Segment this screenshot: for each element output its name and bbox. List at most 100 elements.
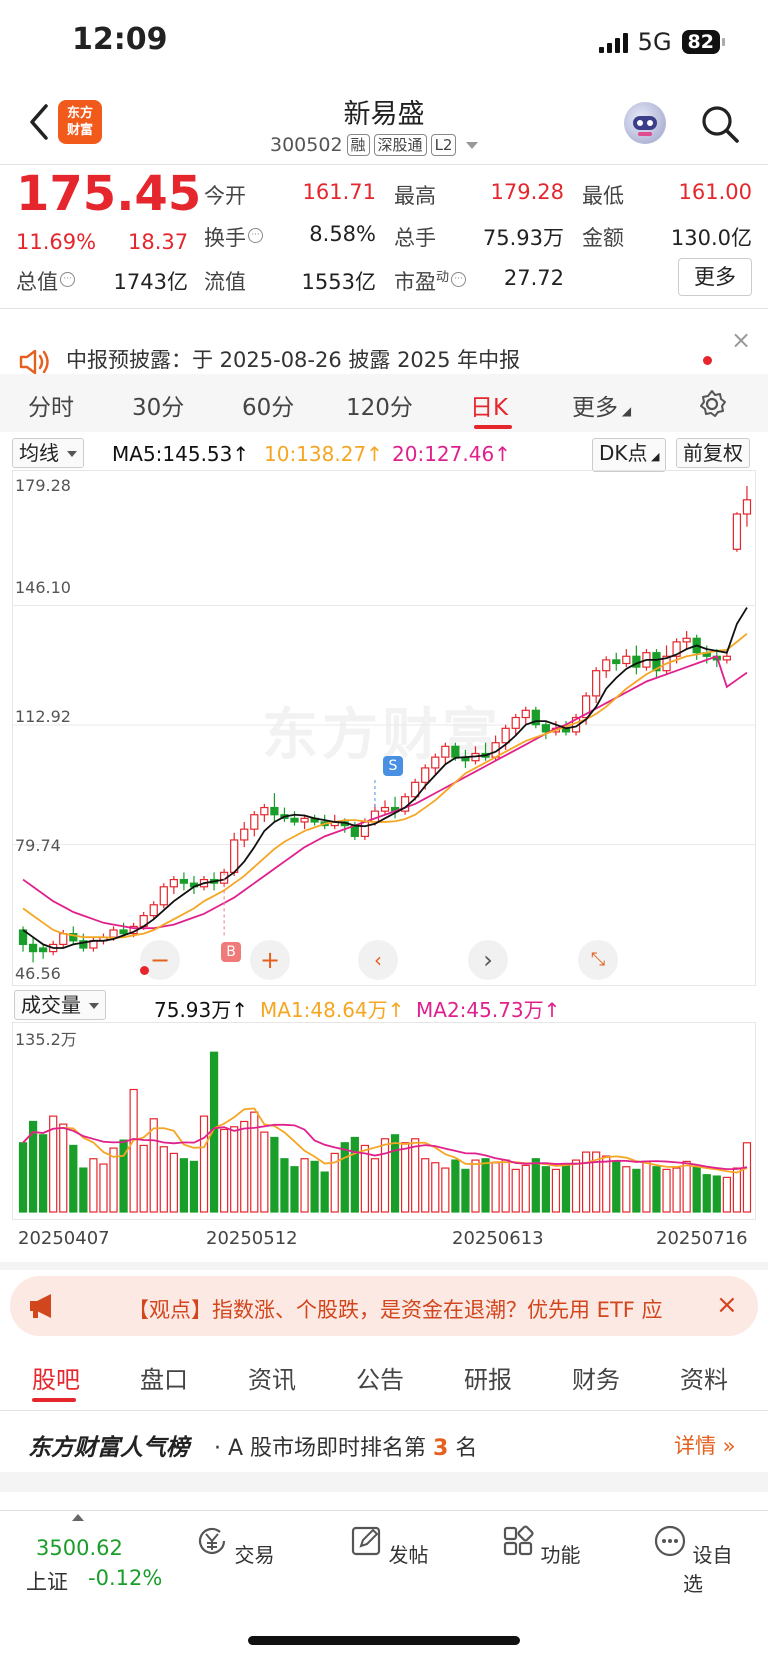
zoom-in-button[interactable]: + [250, 940, 290, 980]
tab-research[interactable]: 研报 [464, 1360, 512, 1395]
expand-icon[interactable]: ⤡ [578, 940, 618, 980]
candle [230, 839, 239, 873]
sell-signal-marker[interactable]: S [383, 756, 403, 776]
close-icon[interactable]: × [716, 1290, 738, 1320]
tab-30min[interactable]: 30分 [132, 388, 184, 422]
volume-bar [230, 1126, 239, 1213]
quote-label-high: 最高 [394, 184, 436, 208]
tab-daily-k[interactable]: 日K [470, 388, 508, 422]
volume-bar [400, 1142, 410, 1213]
volume-bar [411, 1138, 420, 1213]
popularity-detail-link[interactable]: 详情 » [674, 1430, 736, 1460]
volume-bar [662, 1168, 671, 1213]
index-value[interactable]: 3500.62 [36, 1536, 123, 1560]
last-price: 175.45 [16, 166, 202, 222]
volume-bar [742, 1142, 752, 1213]
prev-signal-button[interactable]: ‹ [358, 940, 398, 980]
chevron-down-icon [466, 141, 479, 149]
volume-bar [270, 1136, 279, 1213]
yen-cycle-icon [199, 1527, 226, 1554]
volume-bar [340, 1142, 349, 1213]
status-time: 12:09 [72, 22, 168, 57]
tab-60min[interactable]: 60分 [242, 388, 294, 422]
volume-bar [561, 1164, 571, 1213]
assistant-robot-icon[interactable] [624, 102, 666, 144]
volume-bar [179, 1158, 189, 1213]
tab-announcements[interactable]: 公告 [356, 1360, 404, 1395]
tab-underline [474, 425, 512, 429]
volume-bar [672, 1167, 681, 1213]
volume-bar [370, 1158, 380, 1213]
y-tick: 146.10 [15, 578, 71, 597]
quote-value-float-cap: 1553亿 [301, 270, 376, 294]
volume-bar [471, 1159, 480, 1213]
tab-forum[interactable]: 股吧 [32, 1360, 80, 1395]
info-icon[interactable]: ··· [248, 228, 263, 243]
volume-bar [712, 1175, 721, 1213]
settings-gear-icon[interactable] [696, 388, 728, 420]
indicator-select[interactable]: 均线 [12, 438, 84, 468]
volume-chart[interactable] [12, 1022, 756, 1220]
popularity-text: · A 股市场即时排名第 3 名 [214, 1436, 478, 1461]
section-gap [0, 1262, 768, 1270]
info-icon[interactable]: ··· [60, 272, 75, 287]
volume-bar [99, 1163, 108, 1213]
tab-profile[interactable]: 资料 [680, 1360, 728, 1395]
candle [119, 929, 128, 935]
volume-bar [380, 1138, 390, 1213]
stock-code: 300502 [270, 134, 343, 156]
tab-finance[interactable]: 财务 [572, 1360, 620, 1395]
expand-up-icon[interactable] [72, 1514, 84, 1521]
volume-bar [69, 1144, 78, 1213]
notice-text[interactable]: 中报预披露：于 2025-08-26 披露 2025 年中报 [66, 344, 520, 374]
candle [179, 878, 189, 884]
candle [360, 821, 370, 837]
volume-indicator-select[interactable]: 成交量 [14, 990, 106, 1020]
candle [300, 817, 309, 823]
close-icon[interactable]: × [731, 326, 751, 354]
volume-bar [39, 1134, 48, 1213]
candle [732, 513, 742, 550]
more-quote-button[interactable]: 更多 [678, 258, 752, 296]
kline-chart[interactable] [12, 470, 756, 986]
stock-code-line[interactable]: 300502 融 深股通 L2 [270, 134, 479, 156]
adjust-select[interactable]: 前复权 [676, 438, 750, 468]
candle [441, 745, 450, 758]
volume-bar [129, 1088, 138, 1213]
volume-bar [59, 1123, 68, 1213]
volume-bar [612, 1160, 621, 1213]
volume-bar [360, 1144, 370, 1213]
change-value: 18.37 [128, 230, 189, 254]
volume-bar [441, 1167, 450, 1213]
tab-more[interactable]: 更多 ◢ [572, 388, 631, 422]
candle [521, 709, 530, 719]
buy-signal-marker[interactable]: B [221, 942, 241, 962]
volume-bar [139, 1144, 148, 1213]
tab-underline [32, 1398, 76, 1402]
popularity-brand: 东方财富人气榜 [28, 1435, 189, 1461]
volume-bar [18, 1142, 28, 1213]
volume-bar [622, 1166, 631, 1213]
quote-label-float-cap: 流值 [204, 270, 246, 294]
ma5-legend: MA5:145.53↑ [112, 442, 250, 466]
search-icon[interactable] [700, 104, 740, 144]
news-text[interactable]: 【观点】指数涨、个股跌，是资金在退潮？优先用 ETF 应 [128, 1294, 708, 1324]
date-label: 20250716 [656, 1228, 748, 1249]
tab-orderbook[interactable]: 盘口 [140, 1360, 188, 1395]
quote-value-pe: 27.72 [503, 266, 564, 290]
candle [149, 904, 158, 917]
tab-intraday[interactable]: 分时 [28, 388, 74, 422]
network-label: 5G [637, 28, 672, 56]
volume-bar [491, 1162, 500, 1213]
tab-news[interactable]: 资讯 [248, 1360, 296, 1395]
next-signal-button[interactable]: › [468, 940, 508, 980]
signal-icon [598, 31, 628, 53]
tab-120min[interactable]: 120分 [346, 388, 413, 422]
quote-value-turnover: 8.58% [309, 222, 376, 246]
dk-point-select[interactable]: DK点 ◢ [592, 438, 667, 472]
margin-tag: 融 [346, 134, 370, 156]
trade-button[interactable]: 交易 [190, 1520, 280, 1568]
post-button[interactable]: 发帖 [344, 1520, 434, 1568]
functions-button[interactable]: 功能 [496, 1520, 586, 1568]
add-watchlist-button[interactable]: 设自选 [648, 1520, 738, 1597]
